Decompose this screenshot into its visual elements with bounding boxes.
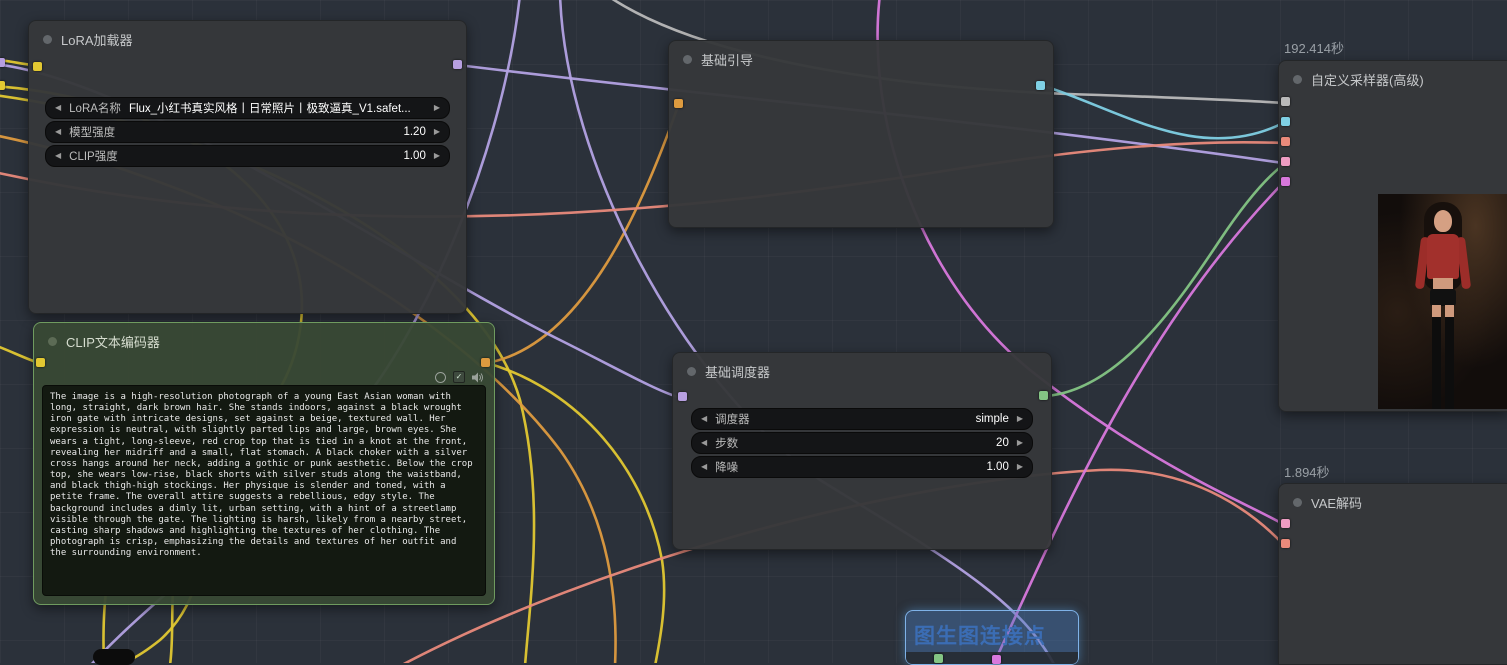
next-arrow-icon[interactable]: ▶ (434, 128, 440, 136)
next-arrow-icon[interactable]: ▶ (434, 104, 440, 112)
input-port-model[interactable] (33, 62, 42, 71)
input-port-noise[interactable] (1281, 97, 1290, 106)
input-port-conditioning[interactable] (674, 99, 683, 108)
node-custom-sampler[interactable]: 自定义采样器(高级) (1278, 60, 1507, 412)
node-header[interactable]: LoRA加载器 (29, 21, 466, 54)
node-header[interactable]: VAE解码 (1279, 484, 1507, 517)
widget-value: simple (758, 413, 1009, 425)
output-port-sigmas[interactable] (1039, 391, 1048, 400)
wire-cyan-1 (1044, 86, 1283, 138)
node-header[interactable]: 基础引导 (669, 41, 1053, 74)
widget-label: 步数 (715, 435, 738, 451)
collapse-dot-icon[interactable] (43, 35, 52, 44)
next-arrow-icon[interactable]: ▶ (1017, 439, 1023, 447)
node-title: VAE解码 (1311, 493, 1362, 512)
output-port-latent[interactable] (934, 654, 943, 663)
node-vae-decode[interactable]: VAE解码 (1278, 483, 1507, 665)
collapse-dot-icon[interactable] (48, 337, 57, 346)
input-port-guider[interactable] (1281, 117, 1290, 126)
wire-green-1 (1046, 165, 1283, 396)
collapse-dot-icon[interactable] (1293, 75, 1302, 84)
node-header[interactable]: CLIP文本编码器 (34, 323, 494, 356)
prev-arrow-icon[interactable]: ◀ (701, 415, 707, 423)
visibility-icon[interactable] (435, 372, 446, 383)
widget-denoise[interactable]: ◀ 降噪 1.00 ▶ (691, 456, 1033, 478)
wire-yellow-4 (487, 363, 664, 663)
widget-lora-name[interactable]: ◀ LoRA名称 Flux_小红书真实风格丨日常照片丨极致逼真_V1.safet… (45, 97, 450, 119)
next-arrow-icon[interactable]: ▶ (1017, 463, 1023, 471)
prev-arrow-icon[interactable]: ◀ (55, 128, 61, 136)
prompt-textarea[interactable]: The image is a high-resolution photograp… (42, 385, 486, 596)
widget-label: 降噪 (715, 459, 738, 475)
widget-value: 20 (746, 437, 1009, 449)
edge-port-purple[interactable] (0, 58, 5, 67)
widget-steps[interactable]: ◀ 步数 20 ▶ (691, 432, 1033, 454)
input-port-samples[interactable] (1281, 519, 1290, 528)
figure-red-top (1427, 234, 1459, 279)
node-title: LoRA加载器 (61, 30, 133, 49)
output-port-model[interactable] (453, 60, 462, 69)
node-clip-text-encoder[interactable]: CLIP文本编码器 ✓ The image is a high-resoluti… (33, 322, 495, 605)
preview-image (1378, 194, 1507, 409)
widget-value: Flux_小红书真实风格丨日常照片丨极致逼真_V1.safet... (129, 100, 426, 116)
node-lora-loader[interactable]: LoRA加载器 ◀ LoRA名称 Flux_小红书真实风格丨日常照片丨极致逼真_… (28, 20, 467, 314)
next-arrow-icon[interactable]: ▶ (434, 152, 440, 160)
prev-arrow-icon[interactable]: ◀ (55, 152, 61, 160)
figure-shorts (1430, 289, 1456, 306)
prev-arrow-icon[interactable]: ◀ (701, 439, 707, 447)
widget-label: 调度器 (715, 411, 750, 427)
speaker-icon[interactable] (472, 372, 484, 383)
widget-value: 1.00 (126, 150, 426, 162)
collapse-dot-icon[interactable] (1293, 498, 1302, 507)
widget-label: 模型强度 (69, 124, 115, 140)
input-port-sigmas[interactable] (1281, 157, 1290, 166)
collapse-dot-icon[interactable] (683, 55, 692, 64)
node-canvas[interactable]: LoRA加载器 ◀ LoRA名称 Flux_小红书真实风格丨日常照片丨极致逼真_… (0, 0, 1507, 663)
figure-stocking (1445, 317, 1454, 409)
node-title: 自定义采样器(高级) (1311, 70, 1424, 89)
widget-value: 1.00 (746, 461, 1009, 473)
wire-yellow-6 (0, 345, 36, 362)
output-port-conditioning[interactable] (481, 358, 490, 367)
checkbox-icon[interactable]: ✓ (453, 371, 465, 383)
widget-scheduler[interactable]: ◀ 调度器 simple ▶ (691, 408, 1033, 430)
prev-arrow-icon[interactable]: ◀ (55, 104, 61, 112)
widget-model-strength[interactable]: ◀ 模型强度 1.20 ▶ (45, 121, 450, 143)
node-title: 基础引导 (701, 50, 753, 69)
node-title: 基础调度器 (705, 362, 770, 381)
output-port-guider[interactable] (1036, 81, 1045, 90)
node-img2img-connector[interactable]: 图生图连接点 (905, 610, 1079, 665)
figure-face (1434, 210, 1452, 232)
wire-orange-1 (487, 106, 678, 363)
edge-port-yellow[interactable] (0, 81, 5, 90)
input-port-vae[interactable] (1281, 539, 1290, 548)
node-basic-guider[interactable]: 基础引导 (668, 40, 1054, 228)
node-header[interactable]: 自定义采样器(高级) (1279, 61, 1507, 94)
widget-value: 1.20 (123, 126, 426, 138)
widget-clip-strength[interactable]: ◀ CLIP强度 1.00 ▶ (45, 145, 450, 167)
node-header[interactable]: 基础调度器 (673, 353, 1051, 386)
node-title: CLIP文本编码器 (66, 332, 160, 351)
execution-time-label: 1.894秒 (1284, 462, 1330, 481)
next-arrow-icon[interactable]: ▶ (1017, 415, 1023, 423)
widget-label: CLIP强度 (69, 148, 118, 164)
collapse-dot-icon[interactable] (687, 367, 696, 376)
input-port-clip[interactable] (36, 358, 45, 367)
prev-arrow-icon[interactable]: ◀ (701, 463, 707, 471)
figure-stocking (1432, 317, 1441, 409)
node-title: 图生图连接点 (906, 611, 1078, 650)
widget-label: LoRA名称 (69, 100, 121, 116)
input-port-latent[interactable] (1281, 177, 1290, 186)
execution-time-label: 192.414秒 (1284, 38, 1344, 57)
input-port-sampler[interactable] (1281, 137, 1290, 146)
input-port-model[interactable] (678, 392, 687, 401)
node-basic-scheduler[interactable]: 基础调度器 ◀ 调度器 simple ▶ ◀ 步数 20 ▶ ◀ 降噪 1.00… (672, 352, 1052, 550)
